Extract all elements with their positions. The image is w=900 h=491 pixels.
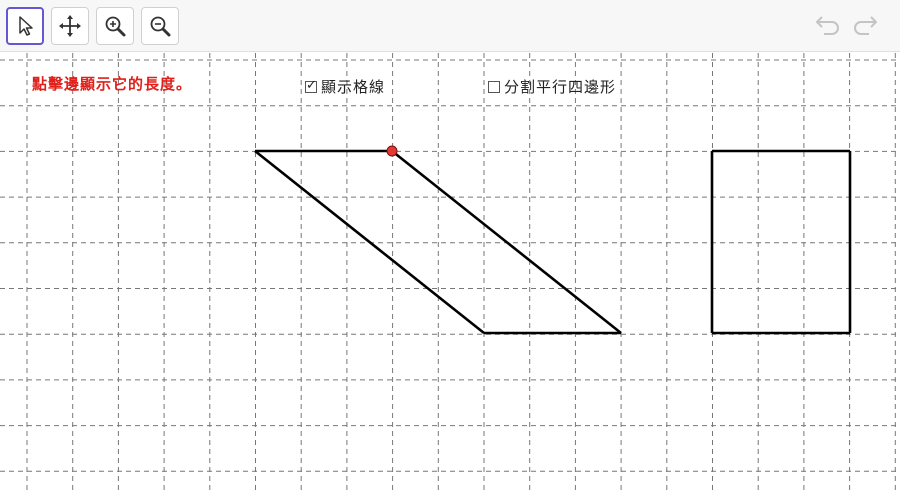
split-parallelogram-label: 分割平行四邊形	[504, 78, 617, 96]
show-grid-label: 顯示格線	[321, 78, 386, 96]
checkmark-icon: ✓	[306, 77, 318, 93]
parallelogram[interactable]	[254, 149, 622, 335]
zoom-out-tool-button[interactable]	[141, 7, 179, 45]
checkbox-box[interactable]: ✓	[305, 77, 318, 93]
zoom-in-icon	[103, 14, 127, 38]
graphics-canvas[interactable]	[0, 53, 900, 491]
select-tool-button[interactable]	[6, 7, 44, 45]
undo-icon	[814, 13, 842, 39]
toolbar	[0, 0, 900, 52]
shapes-layer	[254, 145, 852, 335]
undo-button[interactable]	[813, 12, 843, 40]
parallelogram-left-edge[interactable]	[254, 149, 485, 335]
cursor-arrow-icon	[15, 15, 35, 37]
redo-button[interactable]	[850, 12, 880, 40]
move-arrows-icon	[58, 14, 82, 38]
redo-icon	[851, 13, 879, 39]
instruction-text: 點擊邊顯示它的長度。	[32, 75, 193, 93]
movable-point[interactable]	[386, 145, 398, 157]
zoom-in-tool-button[interactable]	[96, 7, 134, 45]
checkbox-box[interactable]	[488, 80, 500, 93]
zoom-out-icon	[148, 14, 172, 38]
split-parallelogram-checkbox[interactable]: 分割平行四邊形	[488, 76, 616, 97]
parallelogram-right-edge[interactable]	[391, 149, 622, 335]
move-tool-button[interactable]	[51, 7, 89, 45]
rectangle[interactable]	[710, 149, 852, 335]
show-grid-checkbox[interactable]: ✓ 顯示格線	[305, 76, 385, 97]
